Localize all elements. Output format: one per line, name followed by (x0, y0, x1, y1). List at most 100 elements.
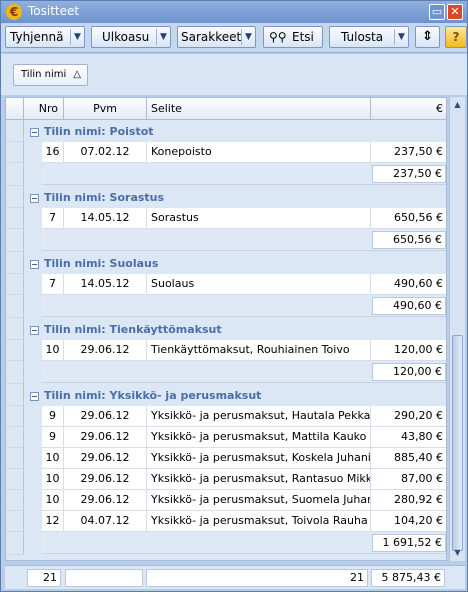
row-indicator[interactable] (6, 208, 24, 229)
restore-button[interactable]: ▭ (429, 4, 445, 20)
help-button[interactable]: ? (445, 26, 467, 48)
cell-eur[interactable]: 650,56 € (371, 208, 446, 229)
cell-eur[interactable]: 87,00 € (371, 469, 446, 490)
row-indicator[interactable] (6, 274, 24, 295)
chevron-down-icon[interactable]: ▼ (394, 29, 408, 45)
print-button[interactable]: Tulosta ▼ (329, 26, 409, 48)
table-row[interactable]: 10 29.06.12 Tienkäyttömaksut, Rouhiainen T… (42, 340, 446, 361)
cell-nro[interactable]: 7 (42, 208, 64, 229)
cell-selite[interactable]: Suolaus (147, 274, 371, 295)
row-indicator[interactable] (6, 448, 24, 469)
table-row[interactable]: 9 29.06.12 Yksikkö- ja perusmaksut, Hautal… (42, 406, 446, 427)
cell-selite[interactable]: Sorastus (147, 208, 371, 229)
cell-nro[interactable]: 10 (42, 340, 64, 361)
row-indicator[interactable] (6, 511, 24, 532)
cell-pvm[interactable]: 29.06.12 (64, 448, 147, 469)
group-sum: 1 691,52 € (372, 534, 446, 552)
cell-pvm[interactable]: 29.06.12 (64, 490, 147, 511)
cell-selite[interactable]: Yksikkö- ja perusmaksut, Hautala Pekka (147, 406, 371, 427)
cell-pvm[interactable]: 14.05.12 (64, 274, 147, 295)
cell-nro[interactable]: 16 (42, 142, 64, 163)
collapse-icon[interactable]: − (30, 194, 39, 203)
chevron-down-icon[interactable]: ▼ (241, 29, 255, 45)
clear-button[interactable]: Tyhjennä ▼ (5, 26, 85, 48)
layout-button[interactable]: Ulkoasu ▼ (91, 26, 171, 48)
cell-eur[interactable]: 120,00 € (371, 340, 446, 361)
table-row[interactable]: 10 29.06.12 Yksikkö- ja perusmaksut, Koske… (42, 448, 446, 469)
cell-nro[interactable]: 10 (42, 469, 64, 490)
row-indicator[interactable] (6, 469, 24, 490)
binoculars-icon: ⚲⚲ (269, 30, 287, 44)
group-by-chip[interactable]: Tilin nimi △ (13, 64, 88, 86)
row-indicator[interactable] (6, 490, 24, 511)
cell-eur[interactable]: 885,40 € (371, 448, 446, 469)
chevron-down-icon[interactable]: ▼ (156, 29, 170, 45)
cell-eur[interactable]: 490,60 € (371, 274, 446, 295)
collapse-icon[interactable]: − (30, 260, 39, 269)
cell-selite[interactable]: Yksikkö- ja perusmaksut, Mattila Kauko (147, 427, 371, 448)
toolbar: Tyhjennä ▼ Ulkoasu ▼ Sarakkeet ▼ ⚲⚲ Etsi… (1, 23, 467, 53)
cell-pvm[interactable]: 29.06.12 (64, 340, 147, 361)
group-header[interactable]: − Tilin nimi: Suolaus (30, 257, 158, 270)
cell-pvm[interactable]: 04.07.12 (64, 511, 147, 532)
sort-toggle-button[interactable]: ⇕ (415, 26, 440, 48)
summary-row-indicator (6, 163, 24, 186)
cell-nro[interactable]: 9 (42, 406, 64, 427)
group-row-indicator (6, 186, 24, 208)
cell-selite[interactable]: Yksikkö- ja perusmaksut, Rantasuo Mikko (147, 469, 371, 490)
cell-selite[interactable]: Yksikkö- ja perusmaksut, Toivola Rauha (147, 511, 371, 532)
table-row[interactable]: 16 07.02.12 Konepoisto 237,50 € (42, 142, 446, 163)
footer-count-2: 21 (146, 569, 368, 587)
cell-nro[interactable]: 12 (42, 511, 64, 532)
cell-pvm[interactable]: 07.02.12 (64, 142, 147, 163)
layout-button-label: Ulkoasu (102, 30, 150, 44)
collapse-icon[interactable]: − (30, 326, 39, 335)
cell-selite[interactable]: Konepoisto (147, 142, 371, 163)
cell-nro[interactable]: 9 (42, 427, 64, 448)
table-row[interactable]: 9 29.06.12 Yksikkö- ja perusmaksut, Mattil… (42, 427, 446, 448)
cell-nro[interactable]: 7 (42, 274, 64, 295)
scrollbar-thumb[interactable] (452, 335, 463, 551)
row-indicator[interactable] (6, 340, 24, 361)
row-indicator[interactable] (6, 142, 24, 163)
cell-pvm[interactable]: 29.06.12 (64, 406, 147, 427)
table-row[interactable]: 12 04.07.12 Yksikkö- ja perusmaksut, Toivo… (42, 511, 446, 532)
cell-eur[interactable]: 280,92 € (371, 490, 446, 511)
table-row[interactable]: 10 29.06.12 Yksikkö- ja perusmaksut, Suome… (42, 490, 446, 511)
columns-button[interactable]: Sarakkeet ▼ (177, 26, 256, 48)
search-button[interactable]: ⚲⚲ Etsi (263, 26, 323, 48)
collapse-icon[interactable]: − (30, 392, 39, 401)
scroll-down-icon[interactable]: ▼ (450, 545, 465, 560)
column-header-selite[interactable]: Selite (147, 98, 371, 120)
scroll-up-icon[interactable]: ▲ (450, 97, 465, 112)
table-row[interactable]: 7 14.05.12 Suolaus 490,60 € (42, 274, 446, 295)
column-header-nro[interactable]: Nro (24, 98, 64, 120)
table-row[interactable]: 10 29.06.12 Yksikkö- ja perusmaksut, Ranta… (42, 469, 446, 490)
collapse-icon[interactable]: − (30, 128, 39, 137)
cell-eur[interactable]: 104,20 € (371, 511, 446, 532)
cell-nro[interactable]: 10 (42, 448, 64, 469)
cell-selite[interactable]: Yksikkö- ja perusmaksut, Suomela Juhani (147, 490, 371, 511)
cell-eur[interactable]: 237,50 € (371, 142, 446, 163)
group-header[interactable]: − Tilin nimi: Tienkäyttömaksut (30, 323, 222, 336)
cell-eur[interactable]: 290,20 € (371, 406, 446, 427)
group-header[interactable]: − Tilin nimi: Poistot (30, 125, 154, 138)
chevron-down-icon[interactable]: ▼ (70, 29, 84, 45)
group-header[interactable]: − Tilin nimi: Yksikkö- ja perusmaksut (30, 389, 261, 402)
cell-selite[interactable]: Tienkäyttömaksut, Rouhiainen Toivo (147, 340, 371, 361)
column-header-pvm[interactable]: Pvm (64, 98, 147, 120)
row-indicator[interactable] (6, 406, 24, 427)
cell-eur[interactable]: 43,80 € (371, 427, 446, 448)
title-bar: € Tositteet ▭ ✕ (1, 1, 467, 23)
column-header-eur[interactable]: € (371, 98, 446, 120)
cell-pvm[interactable]: 14.05.12 (64, 208, 147, 229)
close-button[interactable]: ✕ (447, 4, 463, 20)
cell-pvm[interactable]: 29.06.12 (64, 469, 147, 490)
row-indicator[interactable] (6, 427, 24, 448)
cell-pvm[interactable]: 29.06.12 (64, 427, 147, 448)
table-row[interactable]: 7 14.05.12 Sorastus 650,56 € (42, 208, 446, 229)
cell-nro[interactable]: 10 (42, 490, 64, 511)
cell-selite[interactable]: Yksikkö- ja perusmaksut, Koskela Juhani (147, 448, 371, 469)
group-header[interactable]: − Tilin nimi: Sorastus (30, 191, 164, 204)
vertical-scrollbar[interactable]: ▲ ▼ (449, 97, 465, 561)
